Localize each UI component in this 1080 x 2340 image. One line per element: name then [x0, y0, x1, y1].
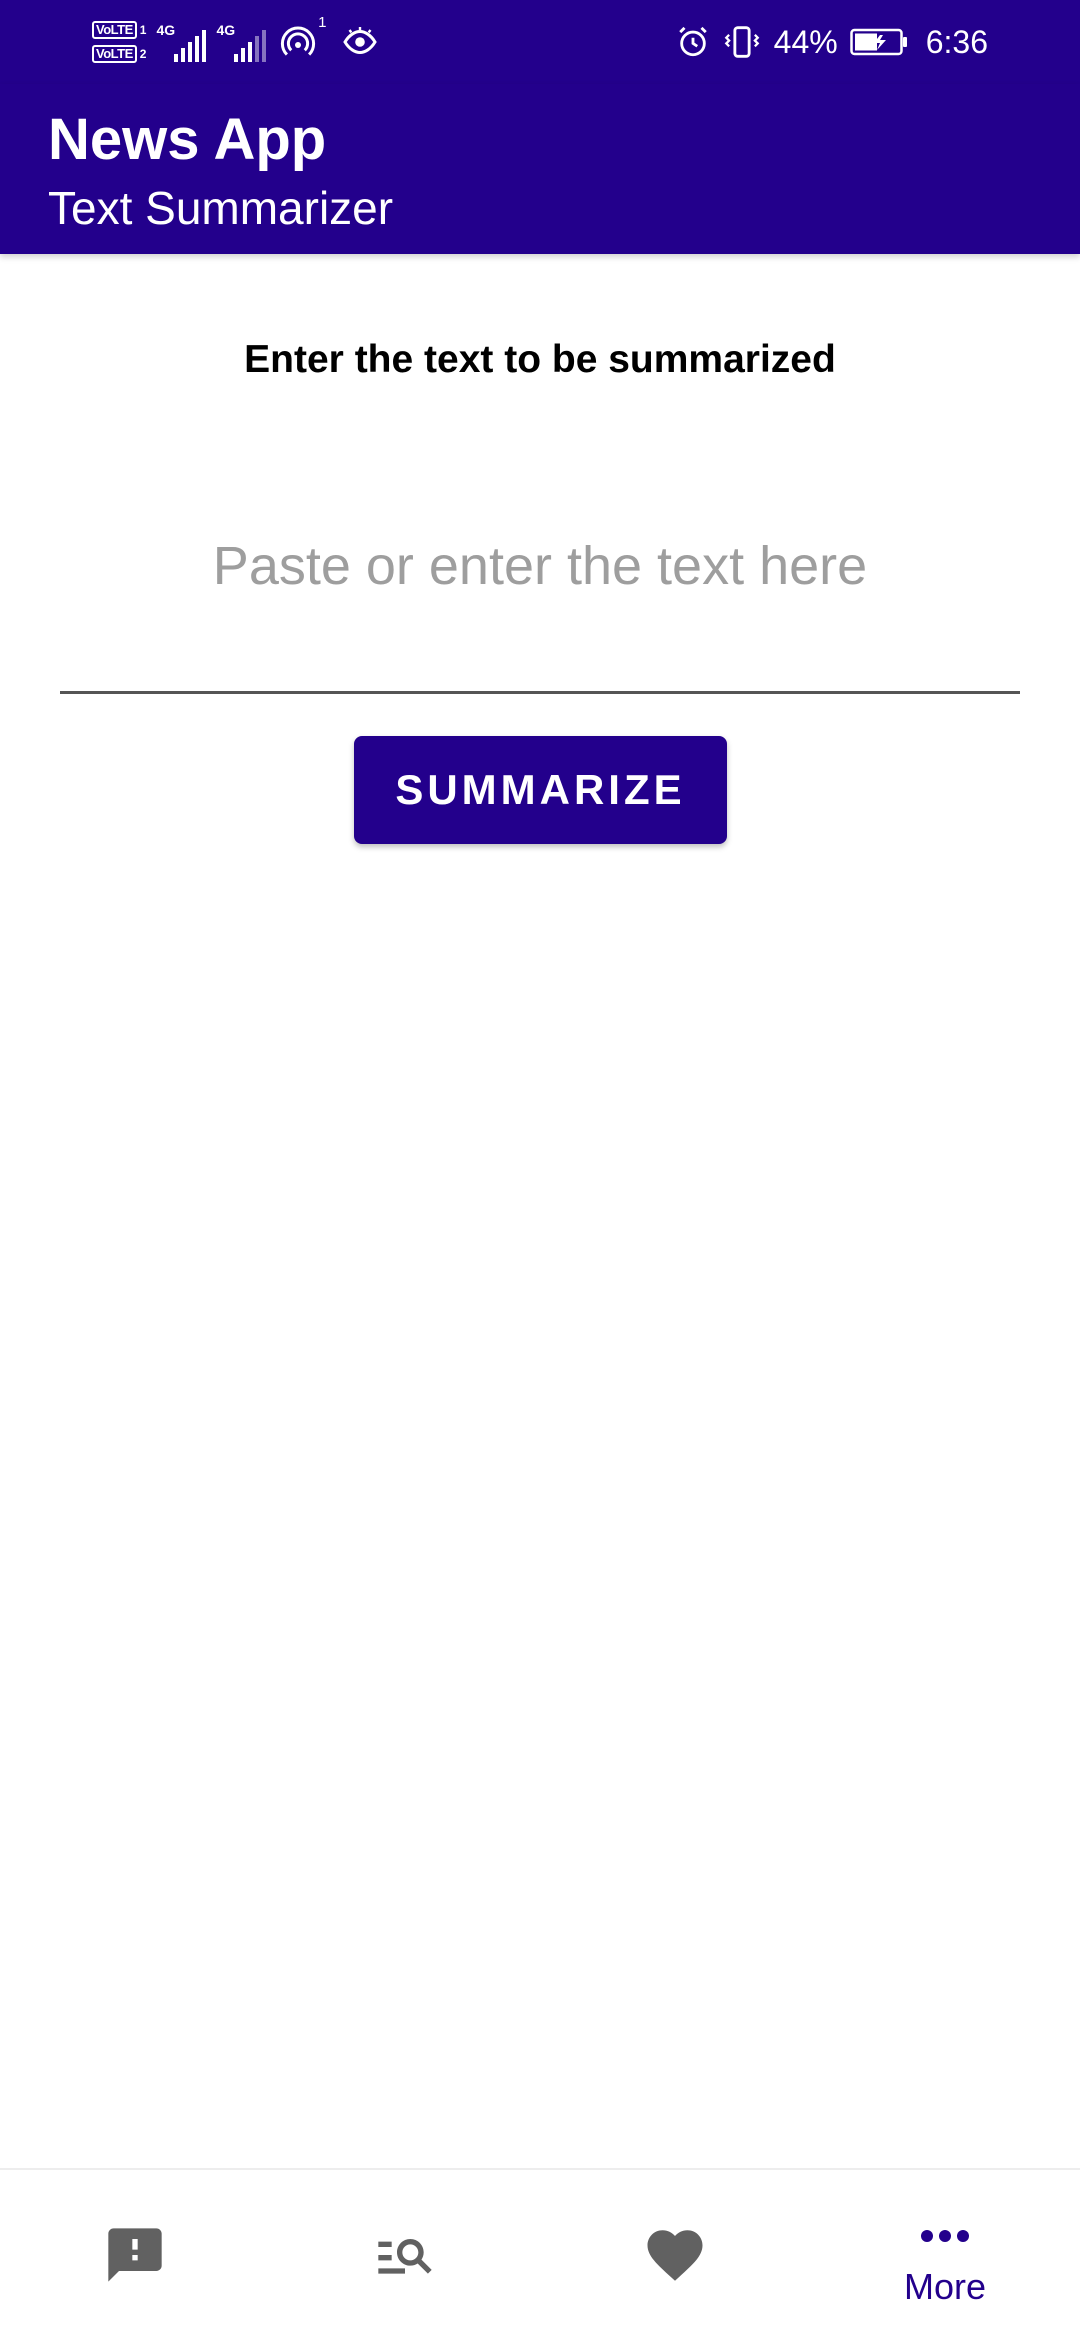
clock: 6:36 — [925, 23, 988, 60]
signal-bars-icon — [174, 28, 207, 62]
nav-item-more[interactable]: More — [810, 2170, 1080, 2340]
signal-sim1: 4G — [156, 22, 207, 62]
more-dots-icon — [921, 2230, 969, 2242]
status-left-group: VoLTE 1 VoLTE 2 4G 4G 1 — [92, 10, 380, 74]
volte-indicators: VoLTE 1 VoLTE 2 — [92, 21, 146, 63]
hotspot-icon — [281, 26, 316, 56]
text-input-field[interactable] — [60, 520, 1020, 694]
volte-sim1-label: VoLTE — [92, 21, 137, 39]
vibrate-icon — [724, 26, 760, 58]
nav-item-favorites[interactable] — [540, 2170, 810, 2340]
status-bar: VoLTE 1 VoLTE 2 4G 4G 1 44% 6:36 — [0, 0, 1080, 84]
heart-icon — [647, 2230, 703, 2281]
prompt-label: Enter the text to be summarized — [244, 338, 836, 381]
bottom-navigation: More — [0, 2168, 1080, 2340]
feedback-icon — [108, 2228, 162, 2282]
nav-label-more: More — [903, 2266, 987, 2307]
hotspot-indicator: 1 — [280, 14, 326, 60]
volte-sim2-num: 2 — [139, 47, 147, 61]
battery-charging-icon — [849, 28, 907, 56]
network-type-sim1: 4G — [156, 22, 176, 38]
signal-sim2: 4G — [216, 22, 267, 62]
hotspot-count: 1 — [318, 14, 327, 31]
volte-sim2-label: VoLTE — [92, 45, 137, 63]
status-right-group: 44% 6:36 — [676, 10, 988, 74]
nav-item-feedback[interactable] — [0, 2170, 270, 2340]
volte-sim2: VoLTE 2 — [92, 45, 146, 63]
alarm-icon — [678, 26, 707, 57]
app-subtitle: Text Summarizer — [48, 182, 394, 234]
summarize-button[interactable]: SUMMARIZE — [354, 736, 727, 844]
network-type-sim2: 4G — [216, 22, 236, 38]
battery-percent: 44% — [773, 23, 838, 60]
volte-sim1-num: 1 — [139, 23, 147, 37]
volte-sim1: VoLTE 1 — [92, 21, 146, 39]
search-list-icon — [378, 2239, 432, 2274]
eye-comfort-icon — [343, 27, 378, 55]
signal-bars-weak-icon — [234, 28, 267, 62]
app-title: News App — [48, 107, 327, 172]
app-bar: News App Text Summarizer — [0, 84, 1080, 254]
nav-item-search[interactable] — [270, 2170, 540, 2340]
